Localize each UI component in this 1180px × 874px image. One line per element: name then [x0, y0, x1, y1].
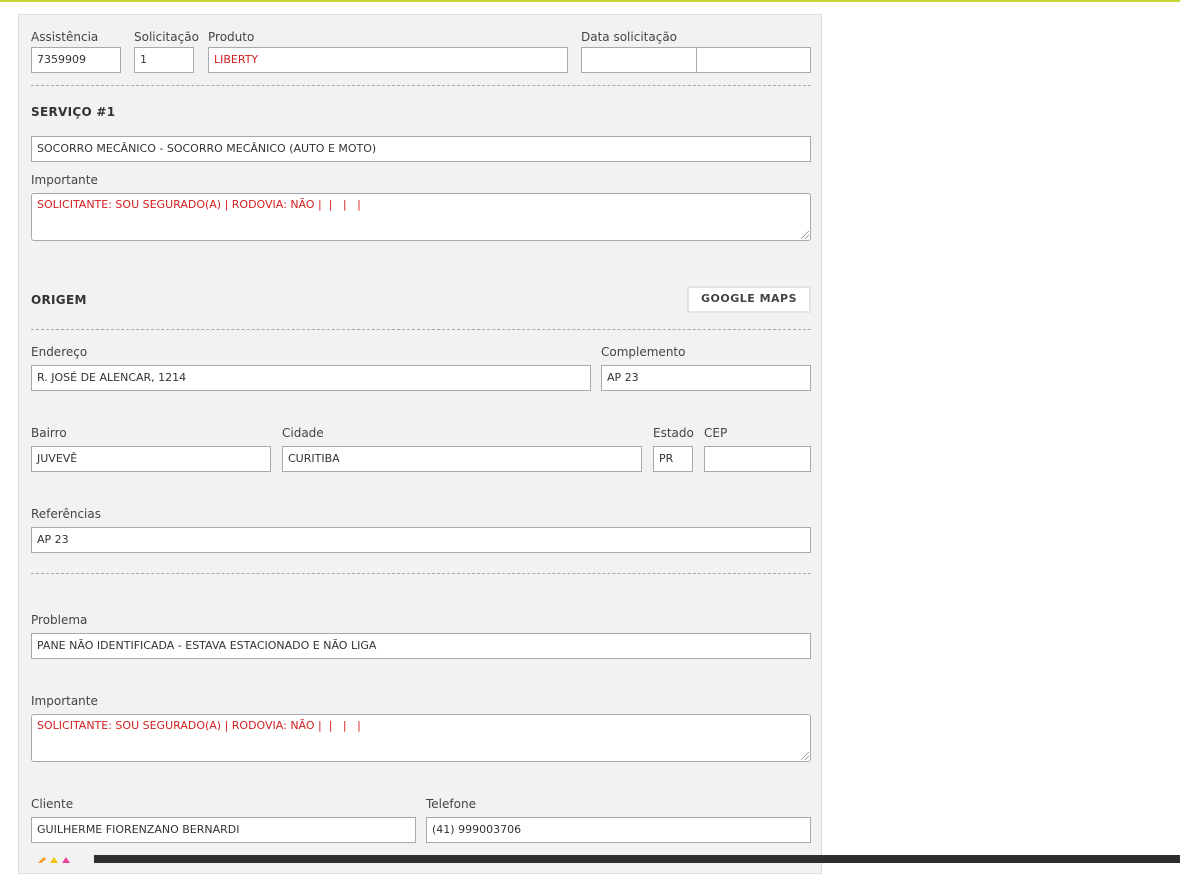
taskbar: [94, 855, 1180, 863]
cidade-label: Cidade: [282, 426, 324, 440]
cep-label: CEP: [704, 426, 728, 440]
data-solicitacao-label: Data solicitação: [581, 30, 678, 44]
telefone-field[interactable]: (41) 999003706: [426, 817, 811, 843]
divider: [31, 573, 811, 574]
estado-label: Estado: [653, 426, 694, 440]
data-solicitacao-date-field[interactable]: [581, 47, 697, 73]
cep-field[interactable]: [704, 446, 811, 472]
bairro-field[interactable]: JUVEVÊ: [31, 446, 271, 472]
servico-field[interactable]: SOCORRO MECÂNICO - SOCORRO MECÂNICO (AUT…: [31, 136, 811, 162]
estado-field[interactable]: PR: [653, 446, 693, 472]
endereco-label: Endereço: [31, 345, 88, 359]
produto-label: Produto: [208, 30, 255, 44]
problema-field[interactable]: PANE NÃO IDENTIFICADA - ESTAVA ESTACIONA…: [31, 633, 811, 659]
assistencia-field[interactable]: 7359909: [31, 47, 121, 73]
servico-importante-textarea[interactable]: SOLICITANTE: SOU SEGURADO(A) | RODOVIA: …: [31, 193, 811, 241]
complemento-label: Complemento: [601, 345, 686, 359]
referencias-field[interactable]: AP 23: [31, 527, 811, 553]
brand-logo-icon: [38, 857, 70, 863]
problema-importante-text: SOLICITANTE: SOU SEGURADO(A) | RODOVIA: …: [37, 719, 361, 732]
servico-importante-label: Importante: [31, 173, 98, 187]
assistencia-label: Assistência: [31, 30, 99, 44]
service-form-panel: Assistência 7359909 Solicitação 1 Produt…: [18, 14, 822, 874]
top-accent-line: [0, 0, 1180, 2]
divider: [31, 329, 811, 330]
referencias-label: Referências: [31, 507, 101, 521]
bairro-label: Bairro: [31, 426, 67, 440]
origem-title: ORIGEM: [31, 293, 87, 307]
produto-field[interactable]: LIBERTY: [208, 47, 568, 73]
complemento-field[interactable]: AP 23: [601, 365, 811, 391]
endereco-field[interactable]: R. JOSÉ DE ALENCAR, 1214: [31, 365, 591, 391]
servico-importante-text: SOLICITANTE: SOU SEGURADO(A) | RODOVIA: …: [37, 198, 361, 211]
divider: [31, 85, 811, 86]
resize-grip-icon[interactable]: [801, 231, 809, 239]
cidade-field[interactable]: CURITIBA: [282, 446, 642, 472]
solicitacao-label: Solicitação: [134, 30, 199, 44]
google-maps-button[interactable]: GOOGLE MAPS: [687, 286, 811, 313]
servico-title: SERVIÇO #1: [31, 105, 116, 119]
problema-label: Problema: [31, 613, 88, 627]
cliente-label: Cliente: [31, 797, 74, 811]
problema-importante-label: Importante: [31, 694, 98, 708]
telefone-label: Telefone: [426, 797, 476, 811]
resize-grip-icon[interactable]: [801, 752, 809, 760]
solicitacao-field[interactable]: 1: [134, 47, 194, 73]
cliente-field[interactable]: GUILHERME FIORENZANO BERNARDI: [31, 817, 416, 843]
data-solicitacao-time-field[interactable]: [696, 47, 811, 73]
problema-importante-textarea[interactable]: SOLICITANTE: SOU SEGURADO(A) | RODOVIA: …: [31, 714, 811, 762]
